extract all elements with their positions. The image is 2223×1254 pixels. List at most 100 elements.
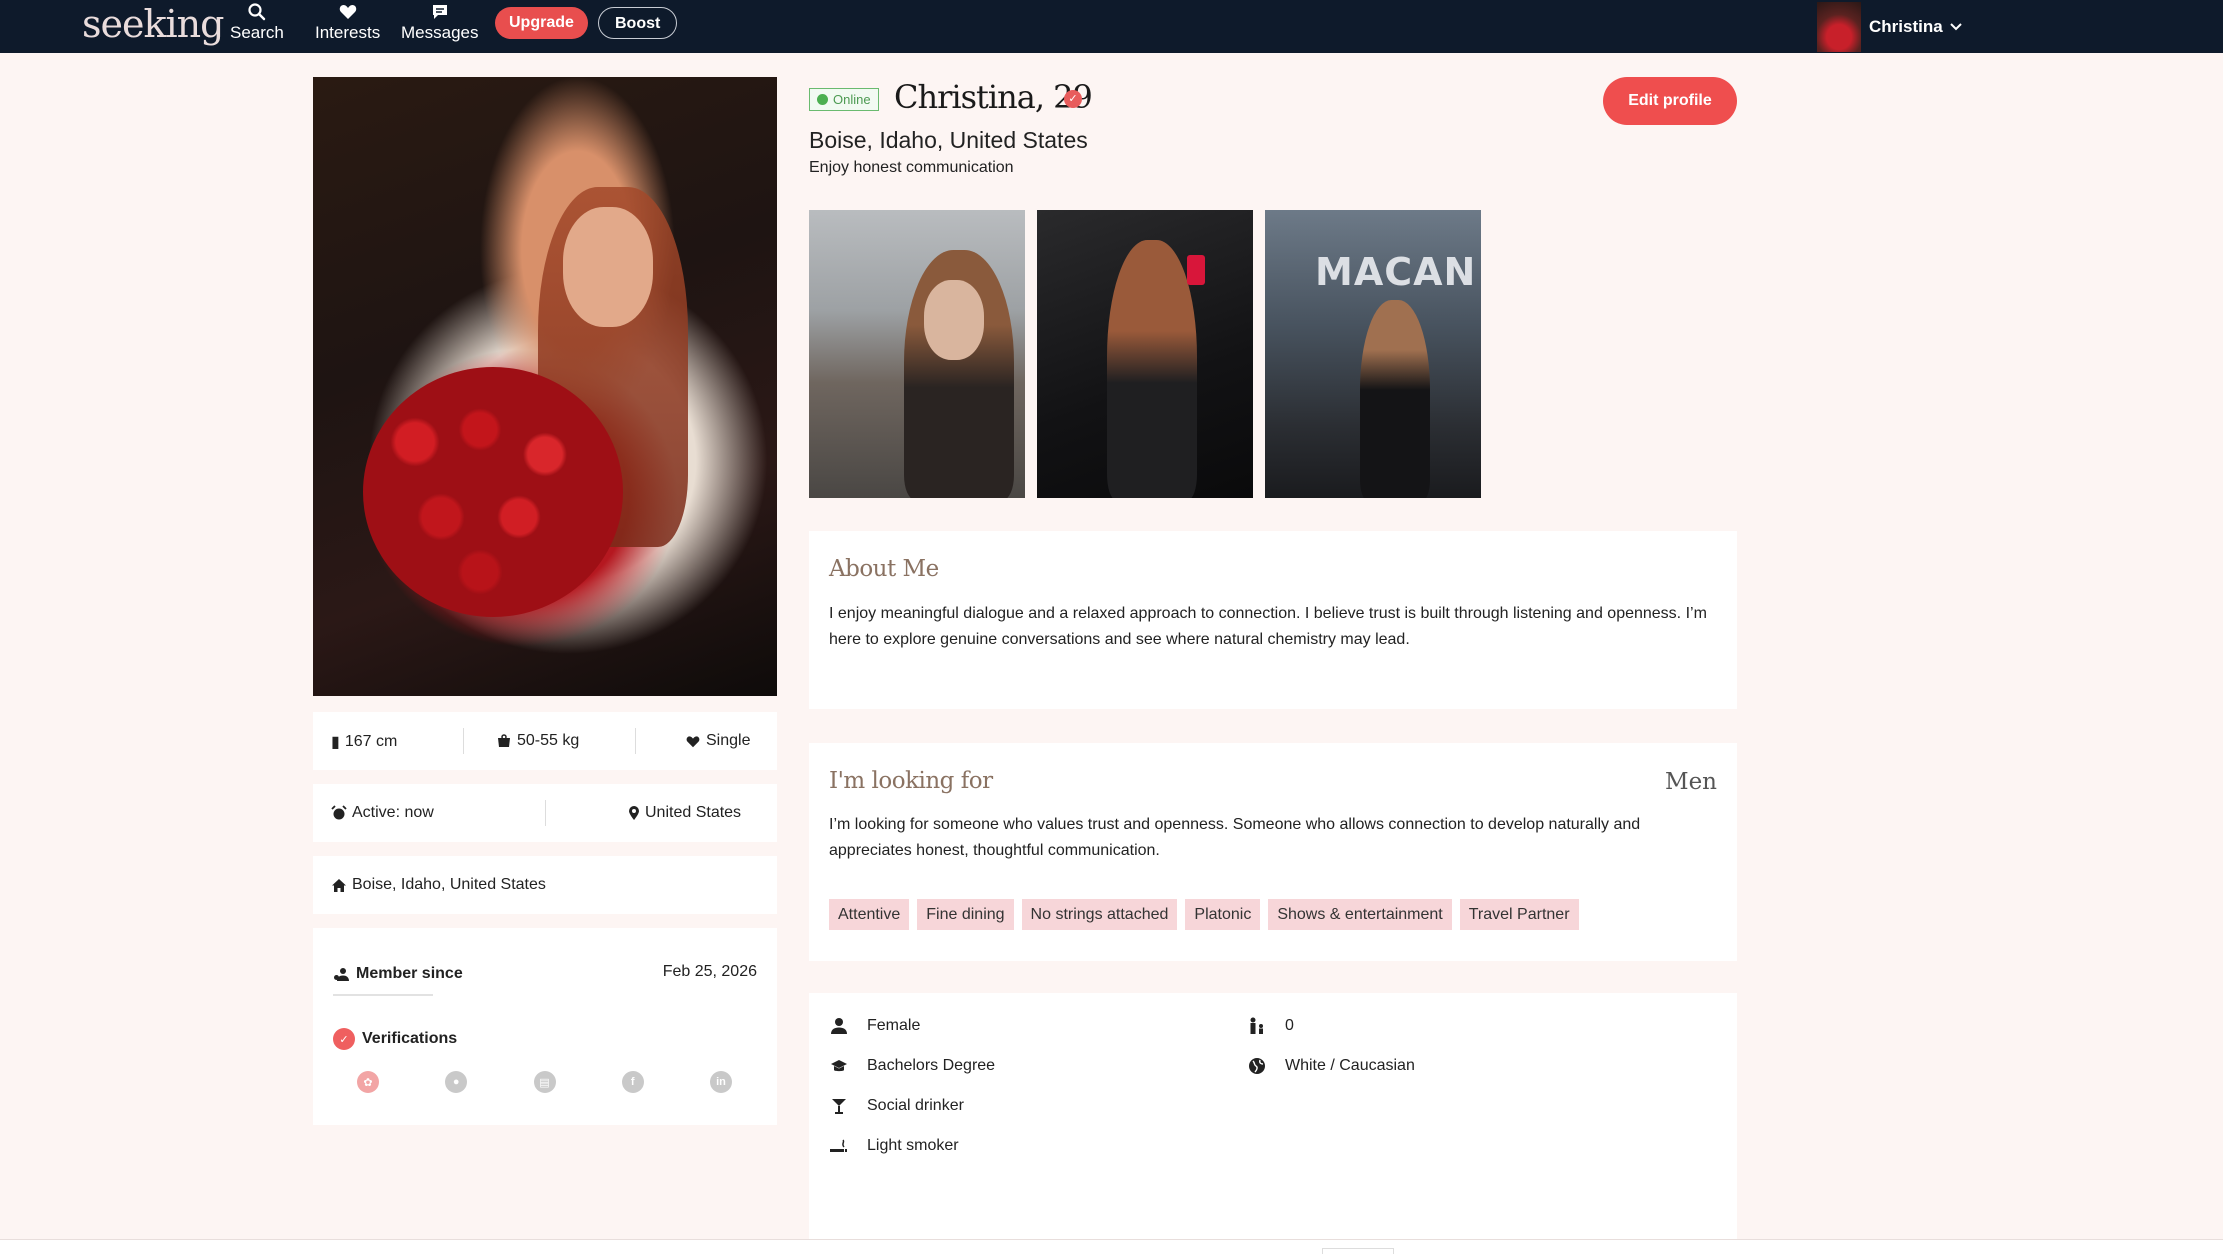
main-profile-photo[interactable] (313, 77, 777, 696)
globe-icon (1249, 1058, 1265, 1074)
top-nav-bar: seeking Search Interests Messages Upgrad… (0, 0, 2223, 53)
heart-icon (686, 736, 700, 748)
home-value: Boise, Idaho, United States (352, 876, 546, 893)
message-icon (432, 5, 447, 19)
verifications-text: Verifications (362, 1030, 458, 1047)
user-group-icon (334, 967, 349, 981)
interest-tags: Attentive Fine dining No strings attache… (829, 899, 1579, 930)
avatar (1817, 1, 1861, 52)
profile-tagline: Enjoy honest communication (809, 159, 1014, 176)
alarm-icon (331, 805, 347, 820)
active-value: Active: now (352, 804, 434, 821)
weight-value: 50-55 kg (517, 732, 580, 749)
tag: Shows & entertainment (1268, 899, 1452, 930)
boost-button[interactable]: Boost (598, 7, 678, 39)
graduation-cap-icon (831, 1060, 847, 1072)
tag: No strings attached (1021, 899, 1178, 930)
stats-card: ▮ 167 cm 50-55 kg Single (313, 712, 777, 770)
photo-roses (363, 367, 623, 617)
weight-icon (498, 734, 510, 747)
smoking-icon (830, 1139, 847, 1152)
activity-card: Active: now United States (313, 784, 777, 842)
country-stat: United States (628, 804, 741, 822)
tag: Fine dining (917, 899, 1014, 930)
smoking-value: Light smoker (867, 1137, 959, 1154)
looking-for-section: I'm looking for Men I’m looking for some… (809, 743, 1737, 961)
bottom-stub (1322, 1248, 1394, 1254)
member-since-text: Member since (356, 965, 463, 982)
member-card: Member since Feb 25, 2026 ✓ Verification… (313, 928, 777, 1125)
ethnicity-value: White / Caucasian (1285, 1057, 1415, 1074)
tag: Attentive (829, 899, 910, 930)
weight-stat: 50-55 kg (496, 732, 579, 750)
home-icon (332, 878, 346, 892)
photo-face (563, 207, 653, 327)
gallery-photo-1[interactable] (809, 210, 1025, 498)
heart-icon (339, 5, 356, 19)
member-since-label: Member since (333, 965, 463, 983)
user-menu[interactable]: Christina (1817, 0, 1963, 53)
check-badge-icon: ✓ (333, 1028, 355, 1050)
location-pin-icon (629, 806, 639, 820)
profile-location: Boise, Idaho, United States (809, 127, 1088, 153)
tag: Platonic (1185, 899, 1261, 930)
user-name: Christina (1869, 16, 1943, 36)
height-icon: ▮ (331, 734, 340, 751)
edit-profile-button[interactable]: Edit profile (1603, 77, 1737, 125)
upgrade-button[interactable]: Upgrade (495, 7, 588, 39)
details-section: Female Bachelors Degree Social drinker L… (809, 993, 1737, 1254)
gender-value: Female (867, 1017, 921, 1034)
nav-interests-label: Interests (315, 23, 381, 42)
member-since-date: Feb 25, 2026 (662, 963, 757, 980)
about-me-section: About Me I enjoy meaningful dialogue and… (809, 531, 1737, 709)
nav-interests[interactable]: Interests (315, 2, 380, 43)
divider (635, 728, 636, 754)
family-icon (1250, 1017, 1263, 1034)
photo-verification-icon[interactable]: ✿ (357, 1071, 379, 1093)
hometown-card: Boise, Idaho, United States (313, 856, 777, 914)
about-title: About Me (829, 556, 939, 582)
education-value: Bachelors Degree (867, 1057, 996, 1074)
id-verification-icon[interactable]: ▤ (533, 1071, 556, 1093)
gallery-photo-2[interactable] (1037, 210, 1253, 498)
linkedin-icon[interactable]: in (710, 1071, 732, 1093)
bottom-bar (0, 1240, 2223, 1254)
profile-verification-icon[interactable]: ● (445, 1071, 468, 1093)
looking-text: I’m looking for someone who values trust… (829, 816, 1641, 859)
divider (545, 800, 546, 826)
photo-sign-text: MACAN (1315, 250, 1477, 294)
photo-face (924, 280, 984, 360)
verifications-label: ✓ Verifications (333, 1028, 457, 1050)
seeking-logo[interactable]: seeking (82, 2, 224, 46)
gallery-photo-3[interactable]: MACAN (1265, 210, 1481, 498)
photo-figure (1360, 300, 1430, 498)
divider (463, 728, 464, 754)
gender-detail: Female (829, 1017, 920, 1035)
active-stat: Active: now (331, 804, 434, 822)
verification-icons: ✿ ● ▤ f in (357, 1071, 732, 1093)
person-icon (831, 1018, 847, 1034)
cocktail-icon (832, 1099, 846, 1114)
nav-messages[interactable]: Messages (401, 2, 478, 43)
search-icon (248, 3, 266, 21)
height-value: 167 cm (344, 733, 398, 750)
tag: Travel Partner (1459, 899, 1579, 930)
drinking-detail: Social drinker (829, 1097, 964, 1115)
looking-title: I'm looking for (829, 768, 993, 794)
phone-shape (1187, 255, 1205, 285)
children-value: 0 (1285, 1017, 1294, 1034)
photo-figure (1107, 240, 1197, 498)
chevron-down-icon (1949, 22, 1962, 30)
online-badge: Online (809, 88, 879, 111)
nav-messages-label: Messages (401, 23, 479, 42)
looking-for-target: Men (1665, 769, 1717, 795)
verified-check-icon: ✓ (1064, 90, 1082, 108)
facebook-icon[interactable]: f (621, 1071, 644, 1093)
country-value: United States (645, 804, 742, 821)
drinking-value: Social drinker (867, 1097, 964, 1114)
about-text: I enjoy meaningful dialogue and a relaxe… (829, 605, 1707, 648)
profile-name: Christina, 29 (894, 78, 1093, 116)
relationship-stat: Single (685, 732, 750, 750)
home-stat: Boise, Idaho, United States (331, 876, 546, 894)
nav-search[interactable]: Search (230, 2, 284, 43)
